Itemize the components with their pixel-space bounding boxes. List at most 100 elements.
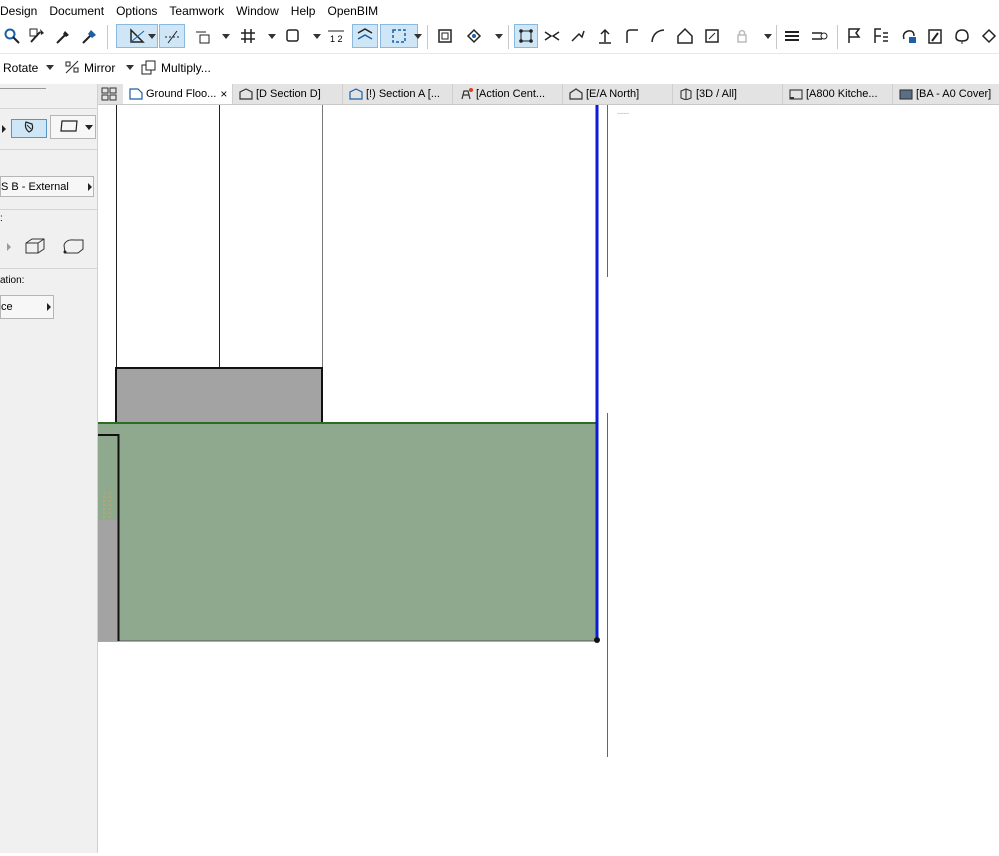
edit-elements-icon[interactable]: [514, 24, 538, 48]
grid-dropdown-icon[interactable]: [268, 34, 276, 39]
tab-overview-icon[interactable]: [101, 87, 117, 104]
groups-dropdown-icon[interactable]: [313, 34, 321, 39]
geometry-arrow-icon[interactable]: [2, 125, 6, 133]
lock-icon[interactable]: [730, 24, 754, 48]
menu-help[interactable]: Help: [291, 4, 323, 18]
tab-close-icon[interactable]: ×: [220, 87, 227, 101]
reference-selector[interactable]: ce: [0, 295, 54, 319]
tag-icon[interactable]: [977, 24, 999, 48]
shape-dropdown-icon[interactable]: [85, 125, 93, 130]
marquee-icon[interactable]: [380, 24, 418, 48]
tab-label: [BA - A0 Cover]: [916, 88, 992, 100]
tab-section-d[interactable]: [D Section D]: [233, 84, 343, 104]
magic-wand-icon[interactable]: [25, 24, 49, 48]
section-colon-label: :: [0, 213, 3, 224]
tab-label: [A800 Kitche...: [806, 88, 878, 100]
shape-icon: [59, 118, 79, 137]
renovation-icon[interactable]: [897, 24, 921, 48]
split-icon[interactable]: [540, 24, 564, 48]
graphic-override-icon[interactable]: [923, 24, 947, 48]
shape-selector[interactable]: [50, 115, 96, 139]
grey-block: [115, 367, 323, 424]
view-tab-bar: Ground Floo... × [D Section D] [!) Secti…: [98, 84, 999, 105]
tab-label: Ground Floo...: [146, 88, 217, 100]
fillet-icon[interactable]: [620, 24, 644, 48]
layer-settings-icon[interactable]: [780, 24, 804, 48]
adjust-icon[interactable]: [566, 24, 590, 48]
grid-snap-icon[interactable]: [236, 24, 260, 48]
3d-navigation-icon[interactable]: [462, 24, 486, 48]
tab-3d-all[interactable]: [3D / All]: [673, 84, 783, 104]
composite-selector[interactable]: S B - External: [0, 176, 94, 197]
geometry-method-button[interactable]: [11, 119, 47, 138]
plan-drawing: ----: [98, 105, 629, 757]
geometry-method-icon: [21, 120, 37, 137]
menu-options[interactable]: Options: [116, 4, 164, 18]
model-view-options-icon[interactable]: [950, 24, 974, 48]
structure-arrow-icon: [7, 243, 11, 251]
menu-design[interactable]: Design: [0, 4, 44, 18]
tab-a800-kitchen[interactable]: [A800 Kitche...: [783, 84, 893, 104]
tab-label: [D Section D]: [256, 88, 321, 100]
snap-dropdown-icon[interactable]: [222, 34, 230, 39]
mirror-button[interactable]: Mirror: [84, 61, 115, 75]
3d-window-icon[interactable]: [433, 24, 457, 48]
tab-label: [E/A North]: [586, 88, 640, 100]
multiply-icon: [140, 59, 158, 80]
section-icon: [349, 88, 363, 100]
marquee-dropdown-icon[interactable]: [414, 34, 422, 39]
curve-icon[interactable]: [646, 24, 670, 48]
menu-bar: Design Document Options Teamwork Window …: [0, 0, 999, 21]
guideline-dropdown-icon[interactable]: [148, 34, 156, 39]
info-box-panel: S B - External : ation: ce: [0, 84, 98, 853]
lock-dropdown-icon[interactable]: [764, 34, 772, 39]
mirror-dropdown-icon[interactable]: [126, 65, 134, 70]
reference-label: ce: [1, 301, 13, 313]
floor-plan-canvas[interactable]: ----: [98, 105, 999, 853]
tab-ground-floor[interactable]: Ground Floo... ×: [123, 84, 233, 104]
tab-label: [Action Cent...: [476, 88, 546, 100]
snap-guides-icon[interactable]: [191, 24, 215, 48]
composite-label: S B - External: [1, 180, 69, 193]
dimensions-icon[interactable]: 1 2: [324, 24, 348, 48]
tab-section-a[interactable]: [!) Section A [...: [343, 84, 453, 104]
floor-plan-icon: [129, 88, 143, 100]
guide-lines-icon[interactable]: [159, 24, 185, 48]
pick-up-parameters-icon[interactable]: [51, 24, 75, 48]
elevate-icon[interactable]: [593, 24, 617, 48]
resize-icon[interactable]: [700, 24, 724, 48]
slab-top-icon[interactable]: [24, 237, 46, 258]
action-center-icon: [461, 88, 473, 100]
find-select-icon[interactable]: [0, 24, 24, 48]
standard-toolbar: 1 2: [0, 21, 999, 54]
3d-icon: [680, 88, 692, 100]
tab-a0-cover[interactable]: [BA - A0 Cover]: [893, 84, 999, 104]
section-label: ation:: [0, 275, 25, 286]
menu-document[interactable]: Document: [49, 4, 111, 18]
menu-openbim[interactable]: OpenBIM: [327, 4, 385, 18]
tab-action-center[interactable]: [Action Cent...: [453, 84, 563, 104]
flag-icon[interactable]: [842, 24, 866, 48]
tab-north-elevation[interactable]: [E/A North]: [563, 84, 673, 104]
menu-teamwork[interactable]: Teamwork: [169, 4, 231, 18]
layers-toggle-icon[interactable]: [352, 24, 378, 48]
multiply-button[interactable]: Multiply...: [161, 61, 211, 75]
edit-toolbar: Rotate Mirror Multiply...: [0, 54, 999, 83]
attributes-icon[interactable]: [869, 24, 893, 48]
menu-window[interactable]: Window: [236, 4, 286, 18]
dash-note: ----: [617, 108, 629, 118]
grey-inner-block: [98, 520, 118, 641]
3d-dropdown-icon[interactable]: [495, 34, 503, 39]
inject-parameters-icon[interactable]: [77, 24, 101, 48]
svg-text:1 2: 1 2: [330, 34, 343, 44]
slab-bottom-icon[interactable]: [62, 237, 86, 258]
rotate-dropdown-icon[interactable]: [46, 65, 54, 70]
layout-icon: [789, 89, 803, 100]
roof-icon[interactable]: [673, 24, 697, 48]
rotate-button[interactable]: Rotate: [3, 61, 38, 75]
layout-icon: [899, 89, 913, 100]
suspend-groups-icon[interactable]: [281, 24, 305, 48]
pen-sets-icon[interactable]: [807, 24, 831, 48]
green-slab: [98, 423, 597, 641]
reference-arrow-icon: [47, 303, 51, 311]
